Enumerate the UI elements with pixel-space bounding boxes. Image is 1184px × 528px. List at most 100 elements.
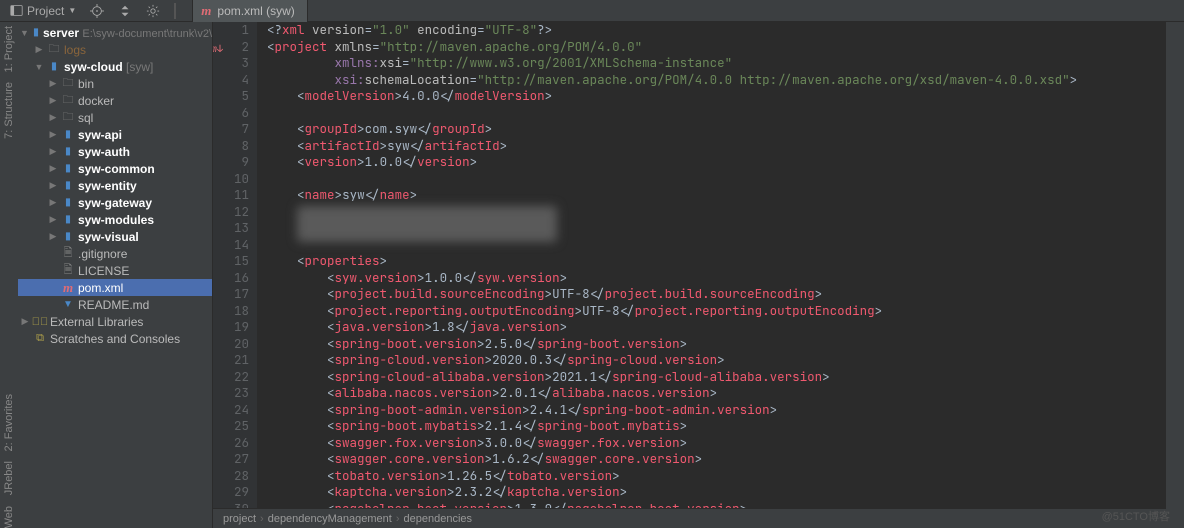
node-label: Scratches and Consoles <box>50 332 180 346</box>
tree-row[interactable]: 🗀bin <box>18 75 212 92</box>
expand-arrow-icon[interactable] <box>48 231 58 242</box>
expand-arrow-icon[interactable] <box>48 129 58 140</box>
divider <box>174 3 176 19</box>
tree-row[interactable]: ▼README.md <box>18 296 212 313</box>
node-label: LICENSE <box>78 264 129 278</box>
file-tab-pom[interactable]: m pom.xml (syw) <box>192 0 307 22</box>
expand-arrow-icon[interactable] <box>34 44 44 55</box>
watermark: @51CTO博客 <box>1102 508 1170 524</box>
crumb[interactable]: project <box>223 513 256 525</box>
project-dropdown-label: Project <box>27 4 64 18</box>
breadcrumb[interactable]: project › dependencyManagement › depende… <box>213 508 1166 528</box>
settings-icon[interactable] <box>142 2 164 20</box>
node-icon: ▮ <box>61 162 75 176</box>
node-icon: ▮ <box>61 196 75 210</box>
tree-row[interactable]: ▮syw-common <box>18 160 212 177</box>
expand-arrow-icon[interactable] <box>20 28 29 38</box>
node-icon: m <box>61 281 75 295</box>
tree-row[interactable]: ⧉Scratches and Consoles <box>18 330 212 347</box>
node-label: syw-auth <box>78 145 130 159</box>
rail-project[interactable]: 1: Project <box>3 26 15 72</box>
node-label: logs <box>64 43 86 57</box>
node-icon: ▮ <box>61 145 75 159</box>
node-label: .gitignore <box>78 247 127 261</box>
node-label: syw-modules <box>78 213 154 227</box>
code-body[interactable]: <?xml version="1.0" encoding="UTF-8"?><p… <box>257 22 1166 508</box>
expand-arrow-icon[interactable] <box>34 62 44 72</box>
chevron-down-icon: ▼ <box>68 6 76 15</box>
node-label: README.md <box>78 298 149 312</box>
crumb[interactable]: dependencyManagement <box>268 513 392 525</box>
node-icon: 🗀 <box>61 94 75 108</box>
tree-row[interactable]: 🗀docker <box>18 92 212 109</box>
maven-icon: m <box>201 3 211 19</box>
editor-tabs: m pom.xml (syw) <box>186 0 1178 21</box>
node-label: syw-visual <box>78 230 139 244</box>
expand-arrow-icon[interactable] <box>48 146 58 157</box>
target-icon[interactable] <box>86 2 108 20</box>
node-label: syw-gateway <box>78 196 152 210</box>
tree-row[interactable]: �⃞External Libraries <box>18 313 212 330</box>
tool-window-right-rail <box>1166 22 1184 528</box>
expand-all-icon[interactable] <box>114 2 136 20</box>
node-icon: ▮ <box>61 128 75 142</box>
node-icon: ▮ <box>32 26 40 40</box>
tree-row[interactable]: 🗎.gitignore <box>18 245 212 262</box>
node-label: syw-entity <box>78 179 137 193</box>
node-label: pom.xml <box>78 281 123 295</box>
node-label: syw-cloud [syw] <box>64 60 153 74</box>
file-tab-label: pom.xml (syw) <box>217 4 294 18</box>
rail-web[interactable]: Web <box>3 506 15 528</box>
tree-row[interactable]: ▮syw-entity <box>18 177 212 194</box>
rail-favorites[interactable]: 2: Favorites <box>3 394 15 451</box>
node-label: syw-api <box>78 128 122 142</box>
rail-jrebel[interactable]: JRebel <box>3 461 15 495</box>
editor-pane: 1m↓2345678910111213141516171819202122232… <box>213 22 1166 528</box>
node-label: server E:\syw-document\trunk\v2\ <box>43 26 212 40</box>
tree-row[interactable]: 🗀logs <box>18 41 212 58</box>
tree-row[interactable]: ▮syw-visual <box>18 228 212 245</box>
rail-structure[interactable]: 7: Structure <box>3 82 15 139</box>
node-icon: 🗀 <box>47 43 61 57</box>
node-label: sql <box>78 111 93 125</box>
tree-row[interactable]: ▮syw-cloud [syw] <box>18 58 212 75</box>
tree-row[interactable]: 🗀sql <box>18 109 212 126</box>
node-label: bin <box>78 77 94 91</box>
tree-row[interactable]: ▮syw-gateway <box>18 194 212 211</box>
tree-row[interactable]: ▮syw-modules <box>18 211 212 228</box>
tree-row[interactable]: ▮server E:\syw-document\trunk\v2\ <box>18 24 212 41</box>
expand-arrow-icon[interactable] <box>48 163 58 174</box>
project-tree[interactable]: ▮server E:\syw-document\trunk\v2\🗀logs▮s… <box>18 22 212 528</box>
crumb[interactable]: dependencies <box>404 513 473 525</box>
tool-window-left-rail: 1: Project 7: Structure 2: Favorites JRe… <box>0 22 18 528</box>
node-label: docker <box>78 94 114 108</box>
expand-arrow-icon[interactable] <box>48 180 58 191</box>
project-dropdown[interactable]: Project ▼ <box>6 2 80 20</box>
node-icon: ▼ <box>61 298 75 312</box>
tree-row[interactable]: mpom.xml <box>18 279 212 296</box>
node-icon: 🗀 <box>61 111 75 125</box>
node-label: External Libraries <box>50 315 143 329</box>
node-icon: ▮ <box>47 60 61 74</box>
node-icon: ▮ <box>61 213 75 227</box>
expand-arrow-icon[interactable] <box>48 95 58 106</box>
project-panel-icon <box>10 4 23 17</box>
chevron-right-icon: › <box>260 513 264 525</box>
expand-arrow-icon[interactable] <box>48 78 58 89</box>
tree-row[interactable]: ▮syw-auth <box>18 143 212 160</box>
expand-arrow-icon[interactable] <box>48 197 58 208</box>
expand-arrow-icon[interactable] <box>20 316 30 327</box>
node-icon: ⧉ <box>33 332 47 346</box>
node-icon: �⃞ <box>33 315 47 329</box>
expand-arrow-icon[interactable] <box>48 214 58 225</box>
node-icon: 🗎 <box>61 264 75 278</box>
line-gutter: 1m↓2345678910111213141516171819202122232… <box>213 22 257 508</box>
tree-row[interactable]: 🗎LICENSE <box>18 262 212 279</box>
project-tree-pane: ▮server E:\syw-document\trunk\v2\🗀logs▮s… <box>18 22 213 528</box>
tree-row[interactable]: ▮syw-api <box>18 126 212 143</box>
node-icon: 🗀 <box>61 77 75 91</box>
node-icon: ▮ <box>61 179 75 193</box>
expand-arrow-icon[interactable] <box>48 112 58 123</box>
chevron-right-icon: › <box>396 513 400 525</box>
node-label: syw-common <box>78 162 155 176</box>
